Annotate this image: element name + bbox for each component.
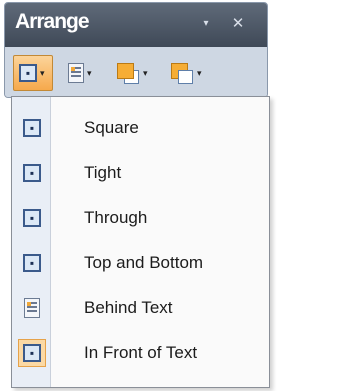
menu-item-square[interactable]: ▪ Square xyxy=(12,107,269,151)
tight-wrap-icon: ▪ xyxy=(23,164,41,182)
menu-item-through[interactable]: ▪ Through xyxy=(12,197,269,241)
send-to-back-button[interactable]: ▾ xyxy=(165,55,211,91)
arrange-toolbar: ▪ ▾ ▾ ▾ ▾ xyxy=(5,47,267,97)
arrange-palette: Arrange ▾ ✕ ▪ ▾ ▾ ▾ ▾ xyxy=(4,2,268,98)
text-wrapping-menu: ▪ Square ▪ Tight ▪ Through ▪ Top and Bot… xyxy=(11,96,270,388)
menu-item-label: In Front of Text xyxy=(84,343,198,362)
menu-item-label: Top and Bottom xyxy=(84,253,204,272)
close-icon[interactable]: ✕ xyxy=(229,15,247,33)
bring-to-front-icon xyxy=(116,62,140,84)
chevron-down-icon: ▾ xyxy=(197,67,202,78)
behind-text-icon xyxy=(24,298,40,318)
position-icon xyxy=(68,63,84,83)
top-bottom-wrap-icon: ▪ xyxy=(23,254,41,272)
text-wrapping-icon: ▪ xyxy=(19,64,37,82)
menu-item-label: Square xyxy=(84,118,139,137)
chevron-down-icon: ▾ xyxy=(143,67,148,78)
menu-item-in-front-of-text[interactable]: ▪ In Front of Text xyxy=(12,332,269,376)
menu-item-tight[interactable]: ▪ Tight xyxy=(12,152,269,196)
menu-item-label: Through xyxy=(84,208,148,227)
send-to-back-icon xyxy=(170,62,194,84)
square-wrap-icon: ▪ xyxy=(23,119,41,137)
menu-item-label: Tight xyxy=(84,163,122,182)
palette-title-bar[interactable]: Arrange ▾ ✕ xyxy=(5,3,267,47)
menu-item-label: Behind Text xyxy=(84,298,173,317)
chevron-down-icon: ▾ xyxy=(87,67,92,78)
position-button[interactable]: ▾ xyxy=(63,55,103,91)
in-front-text-icon: ▪ xyxy=(23,344,41,362)
palette-title: Arrange xyxy=(15,10,90,33)
bring-to-front-button[interactable]: ▾ xyxy=(111,55,157,91)
menu-item-behind-text[interactable]: Behind Text xyxy=(12,287,269,331)
palette-menu-icon[interactable]: ▾ xyxy=(197,15,215,33)
through-wrap-icon: ▪ xyxy=(23,209,41,227)
menu-item-top-and-bottom[interactable]: ▪ Top and Bottom xyxy=(12,242,269,286)
text-wrapping-button[interactable]: ▪ ▾ xyxy=(13,55,53,91)
chevron-down-icon: ▾ xyxy=(40,67,45,78)
